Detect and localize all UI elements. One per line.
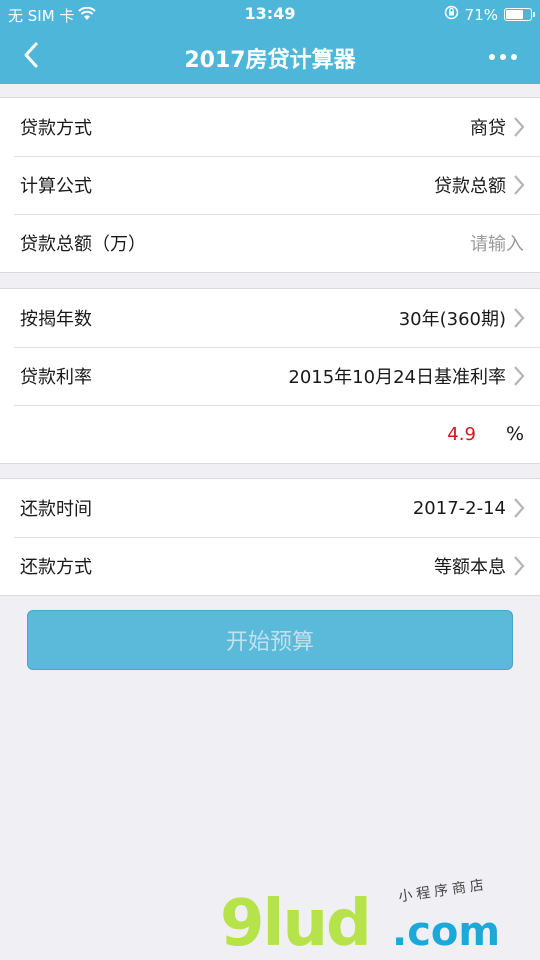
chevron-right-icon: [512, 554, 526, 578]
term-row[interactable]: 按揭年数 30年(360期): [0, 289, 540, 347]
formula-row[interactable]: 计算公式 贷款总额: [0, 156, 540, 214]
rate-unit-label: %: [505, 423, 524, 445]
term-label: 按揭年数: [20, 309, 92, 330]
chevron-right-icon: [512, 496, 526, 520]
rate-row[interactable]: 贷款利率 2015年10月24日基准利率: [0, 347, 540, 405]
loan-type-value: 商贷: [470, 118, 506, 139]
watermark-tagline: 小程序商店: [397, 876, 489, 906]
loan-amount-input[interactable]: 请输入: [146, 230, 526, 256]
repay-method-label: 还款方式: [20, 557, 92, 578]
term-value: 30年(360期): [398, 309, 506, 330]
watermark-logo: 9lud: [220, 887, 372, 960]
rate-input-row: 4.9 %: [0, 405, 540, 463]
orientation-lock-icon: [444, 5, 459, 24]
loan-amount-row: 贷款总额（万） 请输入: [0, 214, 540, 272]
rate-label: 贷款利率: [20, 367, 92, 388]
battery-percent: 71%: [464, 5, 498, 24]
battery-icon: [504, 8, 535, 21]
start-calculation-button[interactable]: 开始预算: [27, 610, 513, 670]
repayment-group: 还款时间 2017-2-14 还款方式 等额本息: [0, 478, 540, 596]
more-button[interactable]: [486, 42, 520, 72]
chevron-right-icon: [512, 364, 526, 388]
chevron-right-icon: [512, 115, 526, 139]
loan-basic-group: 贷款方式 商贷 计算公式 贷款总额 贷款总额（万） 请输入: [0, 97, 540, 273]
loan-amount-label: 贷款总额（万）: [20, 234, 146, 255]
more-dots-icon: [489, 54, 495, 60]
repay-time-value: 2017-2-14: [412, 497, 506, 519]
loan-type-label: 贷款方式: [20, 118, 92, 139]
chevron-right-icon: [512, 173, 526, 197]
formula-label: 计算公式: [20, 176, 92, 197]
repay-time-row[interactable]: 还款时间 2017-2-14: [0, 479, 540, 537]
repay-time-label: 还款时间: [20, 499, 92, 520]
loan-term-group: 按揭年数 30年(360期) 贷款利率 2015年10月24日基准利率 4.9 …: [0, 288, 540, 464]
navigation-bar: 2017房贷计算器: [0, 30, 540, 84]
repay-method-row[interactable]: 还款方式 等额本息: [0, 537, 540, 595]
rate-value: 2015年10月24日基准利率: [288, 367, 506, 388]
chevron-right-icon: [512, 306, 526, 330]
watermark-domain: .com: [392, 909, 501, 955]
rate-input[interactable]: 4.9: [447, 424, 476, 445]
watermark: 小程序商店 9lud .com: [220, 876, 520, 956]
status-bar: 无 SIM 卡 13:49 71%: [0, 0, 540, 30]
loan-type-row[interactable]: 贷款方式 商贷: [0, 98, 540, 156]
formula-value: 贷款总额: [434, 176, 506, 197]
top-bar: 无 SIM 卡 13:49 71% 2017房贷计算器: [0, 0, 540, 84]
page-title: 2017房贷计算器: [184, 48, 356, 73]
repay-method-value: 等额本息: [434, 557, 506, 578]
